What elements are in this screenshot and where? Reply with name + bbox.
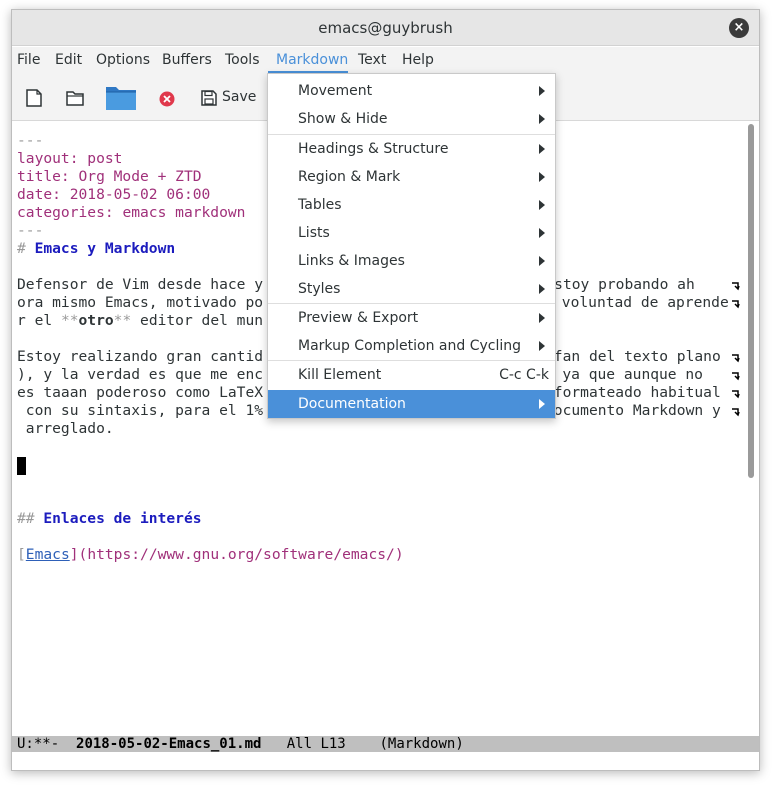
menu-help[interactable]: Help: [402, 52, 434, 68]
new-file-icon[interactable]: [26, 89, 42, 107]
wrap-arrow-icon: [732, 408, 740, 417]
heading-2: ## Enlaces de interés: [17, 510, 202, 527]
menu-item-kill-element[interactable]: Kill Element C-c C-k: [268, 361, 555, 389]
submenu-arrow-icon: [539, 341, 545, 351]
submenu-arrow-icon: [539, 256, 545, 266]
buffer-filename: 2018-05-02-Emacs_01.md: [76, 736, 262, 752]
menu-text[interactable]: Text: [358, 52, 386, 68]
link-url[interactable]: https://www.gnu.org/software/emacs/: [87, 546, 395, 563]
wrap-arrow-icon: [732, 300, 740, 309]
menu-item-documentation[interactable]: Documentation: [268, 390, 555, 418]
dired-folder-icon[interactable]: [105, 83, 137, 111]
wrap-arrow-icon: [732, 282, 740, 291]
title-bar: emacs@guybrush ×: [12, 10, 759, 46]
text-cursor: [17, 457, 26, 475]
menu-item-headings-structure[interactable]: Headings & Structure: [268, 135, 555, 163]
menu-file[interactable]: File: [17, 52, 40, 68]
kill-element-shortcut: C-c C-k: [499, 367, 549, 383]
open-folder-icon[interactable]: [66, 90, 84, 106]
link-text[interactable]: Emacs: [26, 546, 70, 563]
minibuffer[interactable]: [12, 752, 759, 770]
menu-bar: File Edit Options Buffers Tools Markdown…: [12, 47, 759, 73]
markdown-menu-dropdown: Movement Show & Hide Headings & Structur…: [267, 73, 556, 419]
menu-item-lists[interactable]: Lists: [268, 219, 555, 247]
menu-item-markup-completion[interactable]: Markup Completion and Cycling: [268, 332, 555, 360]
menu-item-region-mark[interactable]: Region & Mark: [268, 163, 555, 191]
wrap-arrow-icon: [732, 354, 740, 363]
submenu-arrow-icon: [539, 284, 545, 294]
menu-item-styles[interactable]: Styles: [268, 275, 555, 303]
menu-item-movement[interactable]: Movement: [268, 77, 555, 105]
link-line: [Emacs](https://www.gnu.org/software/ema…: [17, 546, 404, 563]
submenu-arrow-icon: [539, 172, 545, 182]
submenu-arrow-icon: [539, 86, 545, 96]
menu-edit[interactable]: Edit: [55, 52, 82, 68]
menu-buffers[interactable]: Buffers: [162, 52, 212, 68]
close-window-button[interactable]: ×: [729, 18, 749, 38]
submenu-arrow-icon: [539, 399, 545, 409]
menu-markdown[interactable]: Markdown: [276, 52, 348, 68]
menu-options[interactable]: Options: [96, 52, 150, 68]
save-icon[interactable]: [201, 90, 217, 106]
window-title: emacs@guybrush: [318, 19, 453, 37]
submenu-arrow-icon: [539, 313, 545, 323]
mode-line: U:**- 2018-05-02-Emacs_01.md All L13 (Ma…: [12, 736, 759, 752]
paragraph-2-line-5: arreglado.: [17, 420, 114, 437]
submenu-arrow-icon: [539, 114, 545, 124]
scrollbar-thumb[interactable]: [748, 124, 754, 478]
submenu-arrow-icon: [539, 144, 545, 154]
vertical-scrollbar[interactable]: [742, 122, 759, 736]
menu-item-tables[interactable]: Tables: [268, 191, 555, 219]
wrap-arrow-icon: [732, 372, 740, 381]
close-buffer-icon[interactable]: [159, 91, 175, 107]
submenu-arrow-icon: [539, 200, 545, 210]
submenu-arrow-icon: [539, 228, 545, 238]
menu-item-preview-export[interactable]: Preview & Export: [268, 304, 555, 332]
menu-item-show-hide[interactable]: Show & Hide: [268, 105, 555, 133]
menu-item-links-images[interactable]: Links & Images: [268, 247, 555, 275]
menu-tools[interactable]: Tools: [225, 52, 260, 68]
save-button-label[interactable]: Save: [222, 89, 256, 105]
wrap-arrow-icon: [732, 390, 740, 399]
